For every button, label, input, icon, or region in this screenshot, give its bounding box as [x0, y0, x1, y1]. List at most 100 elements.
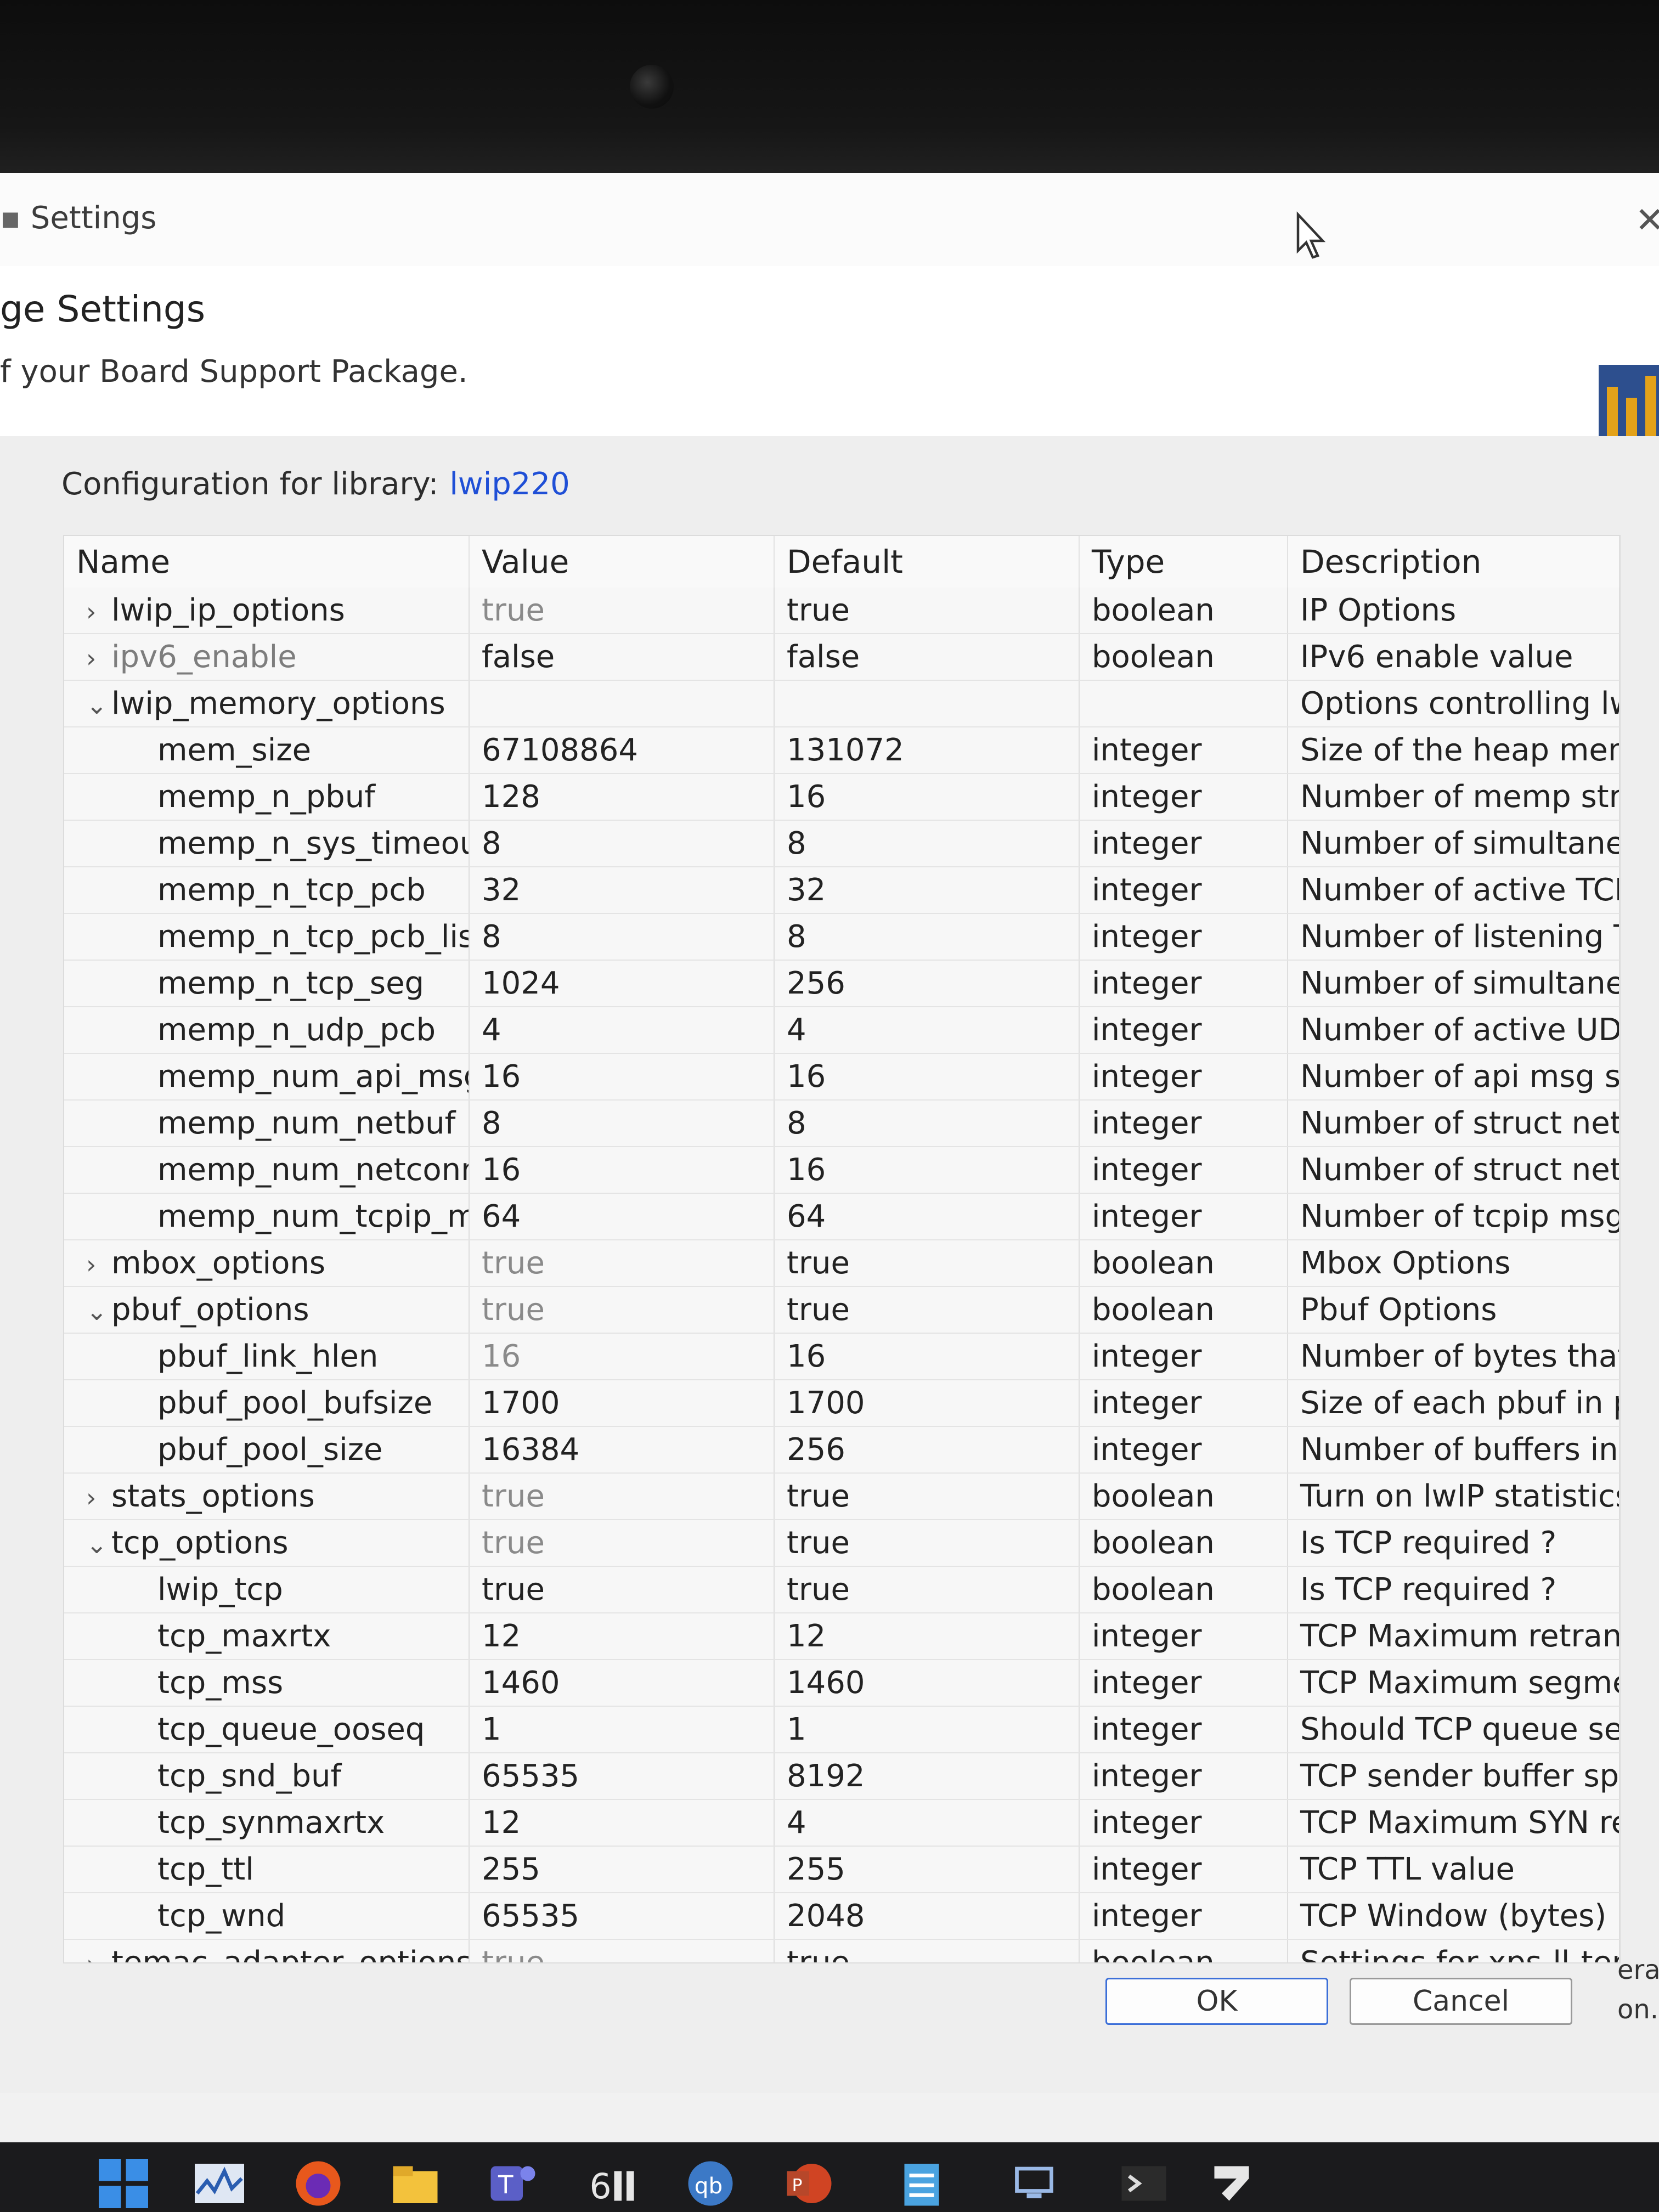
windows-start-icon[interactable] — [99, 2159, 148, 2208]
terminal-icon[interactable] — [1119, 2159, 1169, 2208]
column-header-default[interactable]: Default — [774, 536, 1080, 588]
column-header-name[interactable]: Name — [64, 536, 470, 588]
cell-value[interactable]: 4 — [469, 1007, 775, 1054]
table-row[interactable]: memp_num_tcpip_msg6464integerNumber of t… — [64, 1193, 1620, 1240]
chevron-down-icon[interactable]: ⌄ — [86, 690, 111, 720]
cell-value[interactable]: 32 — [469, 867, 775, 914]
table-row[interactable]: memp_n_tcp_seg 1024 256 integer Number of si… — [64, 960, 1620, 1007]
powerpoint-icon[interactable]: P — [785, 2159, 834, 2208]
cell-description: TCP sender buffer spac — [1288, 1753, 1620, 1800]
table-row[interactable]: memp_n_udp_pcb 4 4 integer Number of active … — [64, 1007, 1620, 1054]
cell-value[interactable]: 8 — [469, 820, 775, 867]
column-header-value[interactable]: Value — [469, 536, 775, 588]
cell-value[interactable]: 1460 — [469, 1660, 775, 1707]
table-row[interactable]: pbuf_pool_size 16384 256 integer Number of b… — [64, 1426, 1620, 1474]
library-name-link[interactable]: lwip220 — [449, 466, 569, 502]
teams-icon[interactable]: T — [488, 2159, 538, 2208]
cell-type: integer — [1079, 1893, 1288, 1940]
table-row[interactable]: tcp_snd_buf 65535 8192 integer TCP sender bu… — [64, 1753, 1620, 1800]
cell-value[interactable]: true — [469, 1473, 775, 1520]
table-row[interactable]: memp_num_api_msg 16 16 integer Number of api… — [64, 1053, 1620, 1101]
table-row[interactable]: ⌄ pbuf_options true true boolean Pbuf Options — [64, 1286, 1620, 1334]
cell-value[interactable]: 1024 — [469, 960, 775, 1007]
chevron-right-icon[interactable]: › — [86, 1250, 111, 1279]
cell-value[interactable]: 12 — [469, 1799, 775, 1847]
qbittorrent-icon[interactable]: qb — [686, 2159, 735, 2208]
cell-value[interactable]: 1700 — [469, 1380, 775, 1427]
table-row[interactable]: mem_size 67108864 131072 integer Size of the… — [64, 727, 1620, 774]
table-row[interactable]: pbuf_pool_bufsize 1700 1700 integer Size of … — [64, 1380, 1620, 1427]
table-row[interactable]: tcp_queue_ooseq 1 1 integer Should TCP queue… — [64, 1706, 1620, 1753]
cell-value[interactable]: true — [469, 1566, 775, 1613]
chevron-right-icon[interactable]: › — [86, 1949, 111, 1962]
table-row[interactable]: › lwip_ip_options true true boolean IP Option… — [64, 588, 1620, 634]
table-row[interactable]: memp_n_sys_timeout 8 8 integer Number of sim… — [64, 820, 1620, 867]
chevron-down-icon[interactable]: ⌄ — [86, 1530, 111, 1559]
cell-value[interactable]: true — [469, 1240, 775, 1287]
table-row[interactable]: ›temac_adapter_optionstruetruebooleanSet… — [64, 1939, 1620, 1962]
cell-value[interactable]: 16 — [469, 1147, 775, 1194]
close-icon[interactable]: ✕ — [1635, 200, 1659, 241]
cell-value[interactable]: 8 — [469, 1100, 775, 1147]
cell-value[interactable] — [469, 680, 775, 727]
config-label-text: Configuration for library: — [61, 466, 439, 502]
cell-name: memp_num_netconn — [64, 1147, 470, 1194]
ok-button[interactable]: OK — [1105, 1978, 1328, 2025]
column-header-description[interactable]: Description — [1288, 536, 1620, 588]
cell-value[interactable]: 65535 — [469, 1893, 775, 1940]
column-header-type[interactable]: Type — [1079, 536, 1288, 588]
cell-value[interactable]: 65535 — [469, 1753, 775, 1800]
dialog-title: ▪ Settings — [0, 200, 157, 236]
cell-value[interactable]: 67108864 — [469, 727, 775, 774]
cell-value[interactable]: 64 — [469, 1193, 775, 1240]
table-row[interactable]: lwip_tcp true true boolean Is TCP required ? — [64, 1566, 1620, 1613]
cell-value[interactable]: true — [469, 1939, 775, 1962]
cell-value[interactable]: 1 — [469, 1706, 775, 1753]
table-row[interactable]: ⌄ lwip_memory_options Options controlling … — [64, 680, 1620, 727]
vivado-icon[interactable]: 6 — [587, 2159, 636, 2208]
cell-value[interactable]: 16 — [469, 1333, 775, 1380]
table-row[interactable]: memp_num_netconn 16 16 integer Number of str… — [64, 1147, 1620, 1194]
background-window-text: era on. — [1617, 1950, 1659, 2029]
cell-value[interactable]: 16384 — [469, 1426, 775, 1474]
cell-default: true — [774, 1520, 1080, 1567]
firefox-icon[interactable] — [294, 2159, 343, 2208]
cell-value[interactable]: true — [469, 1520, 775, 1567]
cell-value[interactable]: 128 — [469, 774, 775, 821]
table-row[interactable]: ⌄ tcp_options true true boolean Is TCP requir… — [64, 1520, 1620, 1567]
table-row[interactable]: tcp_ttl 255 255 integer TCP TTL value — [64, 1846, 1620, 1893]
chevron-right-icon[interactable]: › — [86, 644, 111, 673]
table-row[interactable]: memp_n_pbuf 128 16 integer Number of memp st… — [64, 774, 1620, 821]
table-row[interactable]: memp_n_tcp_pcb 32 32 integer Number of activ… — [64, 867, 1620, 914]
app-icon[interactable] — [1207, 2159, 1256, 2208]
vertical-scrollbar[interactable] — [1620, 1128, 1621, 1963]
remote-desktop-icon[interactable] — [1009, 2159, 1059, 2208]
table-row[interactable]: pbuf_link_hlen 16 16 integer Number of bytes… — [64, 1333, 1620, 1380]
table-row[interactable]: tcp_mss 1460 1460 integer TCP Maximum segmen — [64, 1660, 1620, 1707]
cancel-button[interactable]: Cancel — [1350, 1978, 1572, 2025]
property-name: stats_options — [111, 1479, 315, 1514]
table-row[interactable]: tcp_synmaxrtx 12 4 integer TCP Maximum SYN r… — [64, 1799, 1620, 1847]
property-name: pbuf_options — [111, 1292, 309, 1328]
table-row[interactable]: tcp_wnd 65535 2048 integer TCP Window (bytes… — [64, 1893, 1620, 1940]
table-row[interactable]: › mbox_options true true boolean Mbox Options — [64, 1240, 1620, 1287]
performance-monitor-icon[interactable] — [195, 2159, 244, 2208]
cell-value[interactable]: false — [469, 634, 775, 681]
table-row[interactable]: › stats_options true true boolean Turn on lwI… — [64, 1473, 1620, 1520]
cell-value[interactable]: 12 — [469, 1613, 775, 1660]
table-row[interactable]: memp_n_tcp_pcb_listen88integerNumber of … — [64, 913, 1620, 961]
chevron-down-icon[interactable]: ⌄ — [86, 1296, 111, 1326]
cell-value[interactable]: 16 — [469, 1053, 775, 1101]
notepad-icon[interactable] — [897, 2159, 946, 2208]
cell-value[interactable]: 8 — [469, 913, 775, 961]
table-row[interactable]: memp_num_netbuf 8 8 integer Number of struct… — [64, 1100, 1620, 1147]
cell-description: Number of simultaneo — [1288, 960, 1620, 1007]
cell-value[interactable]: 255 — [469, 1846, 775, 1893]
file-explorer-icon[interactable] — [391, 2159, 440, 2208]
cell-value[interactable]: true — [469, 1286, 775, 1334]
chevron-right-icon[interactable]: › — [86, 597, 111, 627]
chevron-right-icon[interactable]: › — [86, 1483, 111, 1513]
table-row[interactable]: tcp_maxrtx 12 12 integer TCP Maximum retrans… — [64, 1613, 1620, 1660]
table-row[interactable]: › ipv6_enable false false boolean IPv6 enable… — [64, 634, 1620, 681]
cell-value[interactable]: true — [469, 588, 775, 634]
